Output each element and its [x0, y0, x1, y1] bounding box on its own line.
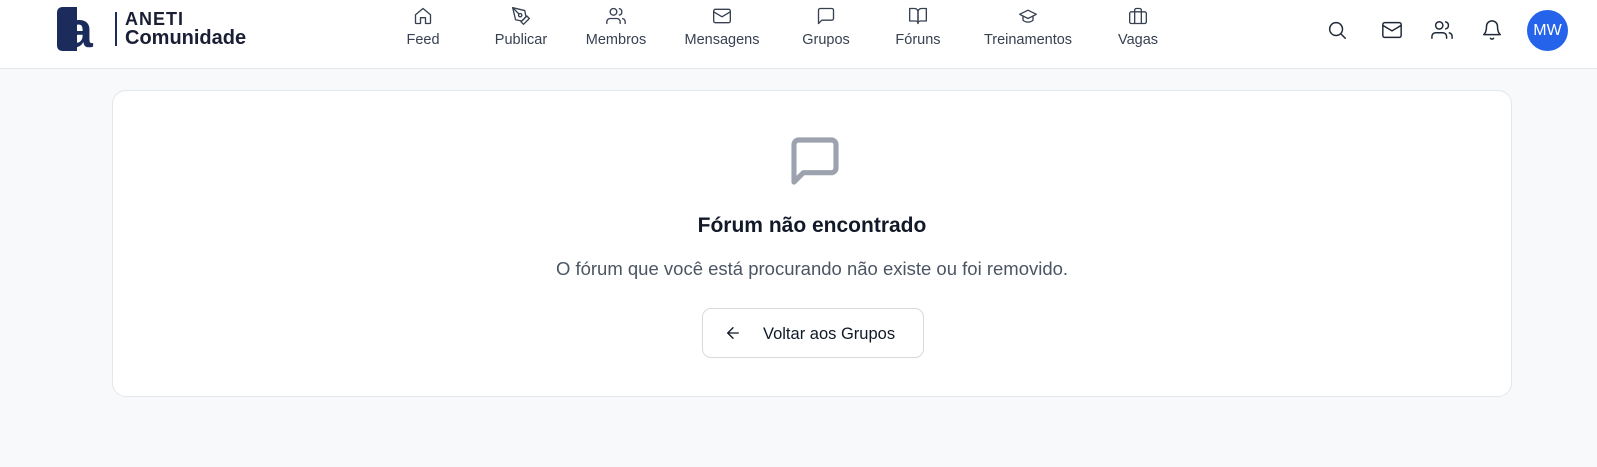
- arrow-left-icon: [727, 327, 739, 339]
- page-description: O fórum que você está procurando não exi…: [555, 258, 1069, 279]
- notifications-button[interactable]: [1481, 19, 1503, 41]
- back-to-groups-button[interactable]: Voltar aos Grupos: [702, 308, 924, 358]
- page-title: Fórum não encontrado: [697, 214, 927, 237]
- mail-icon: [1382, 21, 1402, 39]
- connections-button[interactable]: [1431, 19, 1453, 41]
- messages-button[interactable]: [1381, 19, 1403, 41]
- not-found-card: Fórum não encontrado O fórum que você es…: [112, 90, 1512, 397]
- top-navigation-bar: a ANETI Comunidade Feed Publicar Membros…: [0, 0, 1597, 69]
- users-icon: [1431, 21, 1453, 39]
- header-actions: MW: [0, 0, 1597, 69]
- user-avatar[interactable]: MW: [1527, 10, 1568, 51]
- back-button-label: Voltar aos Grupos: [763, 325, 896, 343]
- bell-icon: [1483, 20, 1501, 40]
- message-square-icon: [787, 133, 843, 189]
- search-button[interactable]: [1326, 19, 1348, 41]
- search-icon: [1328, 21, 1346, 39]
